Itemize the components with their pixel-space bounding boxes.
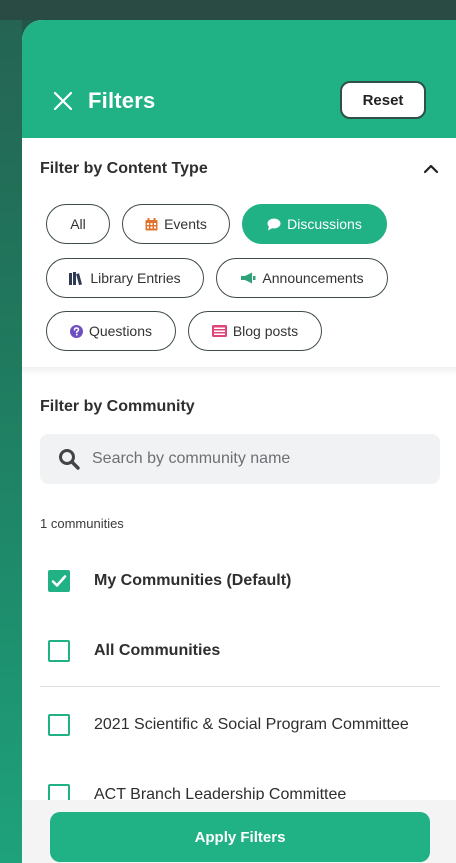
speech-bubble-icon <box>267 218 281 230</box>
filters-header: Filters Reset <box>22 20 456 138</box>
checkbox-row-all-communities[interactable]: All Communities <box>48 639 220 663</box>
chip-label: Library Entries <box>90 270 181 286</box>
search-icon <box>59 449 80 470</box>
chip-library-entries[interactable]: Library Entries <box>46 258 204 298</box>
chip-label: Announcements <box>262 270 364 286</box>
page-title: Filters <box>88 88 156 113</box>
checkbox-row-my-communities[interactable]: My Communities (Default) <box>48 569 291 593</box>
apply-filters-button[interactable]: Apply Filters <box>50 812 430 862</box>
chip-questions[interactable]: Questions <box>46 311 176 351</box>
filters-sheet: Filters Reset Filter by Content Type All… <box>22 20 456 863</box>
chip-label: Questions <box>88 323 153 339</box>
chip-events[interactable]: Events <box>122 204 230 244</box>
chip-label: Events <box>164 216 207 232</box>
checkbox-label: 2021 Scientific & Social Program Committ… <box>94 716 409 733</box>
list-divider <box>40 686 440 687</box>
community-section-label: Filter by Community <box>40 398 195 415</box>
books-icon <box>69 271 83 285</box>
checkbox-unchecked[interactable] <box>48 714 70 736</box>
community-search-input[interactable] <box>90 449 414 469</box>
close-icon[interactable] <box>52 90 74 112</box>
question-circle-icon <box>69 324 83 338</box>
megaphone-icon <box>241 272 256 284</box>
community-count: 1 communities <box>40 516 124 531</box>
chip-all[interactable]: All <box>46 204 110 244</box>
checkbox-row-scientific-committee[interactable]: 2021 Scientific & Social Program Committ… <box>48 713 409 737</box>
chip-label: All <box>70 216 86 232</box>
chip-label: Discussions <box>287 216 362 232</box>
chip-blog-posts[interactable]: Blog posts <box>188 311 322 351</box>
community-search-box[interactable] <box>40 434 440 484</box>
content-type-section-label: Filter by Content Type <box>40 160 208 177</box>
checkbox-label: All Communities <box>94 642 221 659</box>
checkbox-unchecked[interactable] <box>48 640 70 662</box>
section-divider <box>22 367 456 375</box>
background-page-edge <box>0 20 22 863</box>
background-strip <box>0 0 456 20</box>
chip-discussions[interactable]: Discussions <box>242 204 387 244</box>
checkbox-label: My Communities (Default) <box>94 572 292 589</box>
newspaper-icon <box>211 325 227 337</box>
chip-label: Blog posts <box>232 323 299 339</box>
calendar-icon <box>145 217 158 230</box>
chevron-up-icon[interactable] <box>422 163 440 175</box>
checkbox-checked[interactable] <box>48 570 70 592</box>
checkmark-icon <box>51 575 67 587</box>
chip-announcements[interactable]: Announcements <box>216 258 388 298</box>
reset-button[interactable]: Reset <box>340 81 426 119</box>
